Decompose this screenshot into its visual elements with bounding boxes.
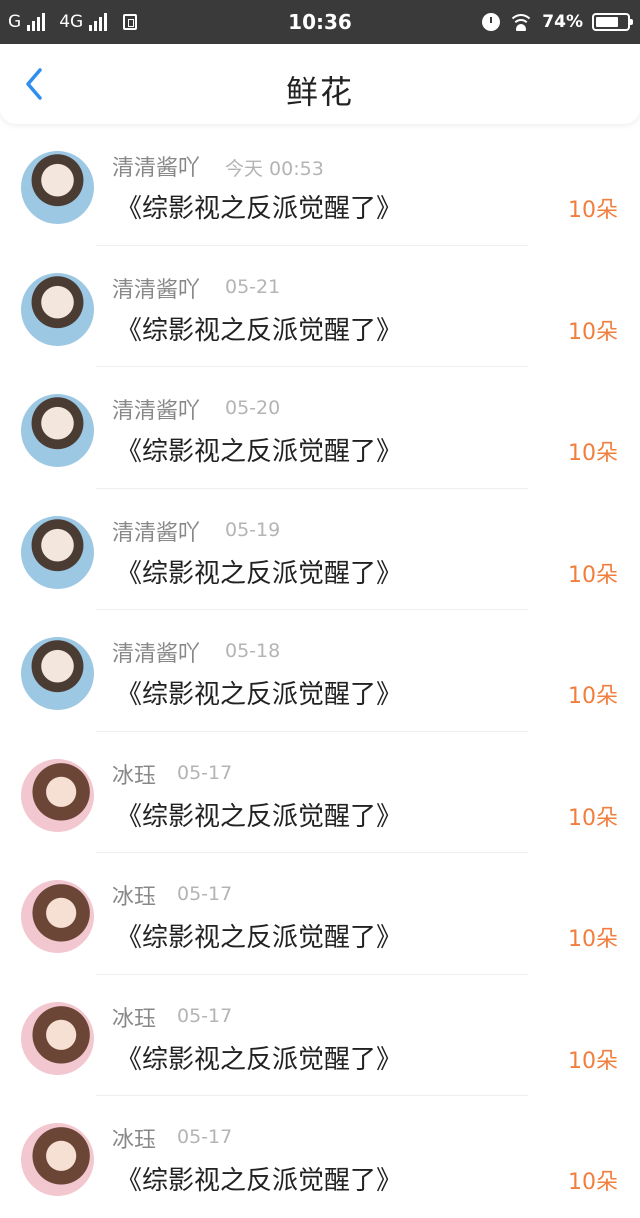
book-title: 《综影视之反派觉醒了》	[116, 558, 403, 589]
flower-count: 10朵	[568, 198, 618, 223]
flower-count: 10朵	[568, 805, 618, 831]
battery-percent: 74%	[542, 12, 583, 32]
sender-name: 冰珏	[112, 885, 157, 910]
list-item[interactable]: 清清酱吖 今天 00:53 《综影视之反派觉醒了》 10朵	[0, 124, 640, 246]
send-time: 05-17	[177, 1004, 233, 1027]
book-title: 《综影视之反派觉醒了》	[116, 1166, 403, 1196]
book-title: 《综影视之反派觉醒了》	[116, 680, 403, 710]
book-title: 《综影视之反派觉醒了》	[116, 1044, 403, 1075]
sender-name: 冰珏	[112, 1128, 157, 1153]
alarm-icon	[482, 13, 501, 31]
avatar[interactable]	[21, 1123, 94, 1196]
list-item[interactable]: 冰珏 05-17 《综影视之反派觉醒了》 10朵	[0, 732, 640, 853]
flower-count: 10朵	[568, 927, 618, 952]
list-item[interactable]: 冰珏 05-17 《综影视之反派觉醒了》 10朵	[0, 1096, 640, 1218]
list-item[interactable]: 冰珏 05-17 《综影视之反派觉醒了》 10朵	[0, 975, 640, 1096]
avatar[interactable]	[21, 1001, 94, 1075]
avatar[interactable]	[21, 758, 94, 832]
send-time: 05-19	[225, 518, 281, 541]
sender-name: 清清酱吖	[112, 520, 201, 546]
page-title: 鲜花	[285, 73, 354, 111]
battery-icon	[592, 13, 633, 31]
list-item[interactable]: 清清酱吖 05-21 《综影视之反派觉醒了》 10朵	[0, 246, 640, 367]
sender-name: 清清酱吖	[112, 399, 201, 424]
avatar[interactable]	[21, 515, 94, 589]
avatar[interactable]	[21, 637, 94, 710]
avatar[interactable]	[21, 151, 94, 224]
flower-count: 10朵	[568, 684, 618, 709]
flower-list: 清清酱吖 今天 00:53 《综影视之反派觉醒了》 10朵 清清酱吖 05-21…	[0, 124, 640, 1218]
book-title: 《综影视之反派觉醒了》	[116, 923, 403, 953]
sender-name: 清清酱吖	[112, 156, 201, 181]
flower-count: 10朵	[568, 319, 618, 345]
list-item[interactable]: 清清酱吖 05-20 《综影视之反派觉醒了》 10朵	[0, 367, 640, 489]
send-time: 05-18	[225, 640, 281, 662]
send-time: 05-17	[177, 1126, 233, 1148]
wifi-icon	[509, 13, 534, 31]
avatar[interactable]	[21, 880, 94, 953]
list-item[interactable]: 冰珏 05-17 《综影视之反派觉醒了》 10朵	[0, 853, 640, 975]
status-right: 74%	[482, 0, 633, 44]
status-bar: G 4G 10:36 74%	[0, 0, 640, 44]
list-item[interactable]: 清清酱吖 05-19 《综影视之反派觉醒了》 10朵	[0, 489, 640, 610]
book-title: 《综影视之反派觉醒了》	[116, 437, 403, 467]
book-title: 《综影视之反派觉醒了》	[116, 194, 403, 224]
send-time: 05-21	[225, 275, 281, 298]
sender-name: 清清酱吖	[112, 277, 201, 303]
send-time: 05-17	[177, 883, 233, 905]
sender-name: 清清酱吖	[112, 642, 201, 667]
flower-count: 10朵	[568, 1170, 618, 1195]
app-header: 鲜花	[0, 44, 640, 124]
book-title: 《综影视之反派觉醒了》	[116, 315, 403, 346]
battery-fill	[596, 17, 619, 27]
list-item[interactable]: 清清酱吖 05-18 《综影视之反派觉醒了》 10朵	[0, 610, 640, 732]
sender-name: 冰珏	[112, 1006, 157, 1032]
sender-name: 冰珏	[112, 763, 157, 789]
send-time: 今天 00:53	[225, 158, 324, 180]
flower-count: 10朵	[568, 1048, 618, 1074]
avatar[interactable]	[21, 272, 94, 346]
avatar[interactable]	[21, 394, 94, 467]
flower-count: 10朵	[568, 441, 618, 466]
send-time: 05-20	[225, 397, 281, 419]
flower-count: 10朵	[568, 562, 618, 588]
book-title: 《综影视之反派觉醒了》	[116, 801, 403, 832]
send-time: 05-17	[177, 761, 233, 784]
